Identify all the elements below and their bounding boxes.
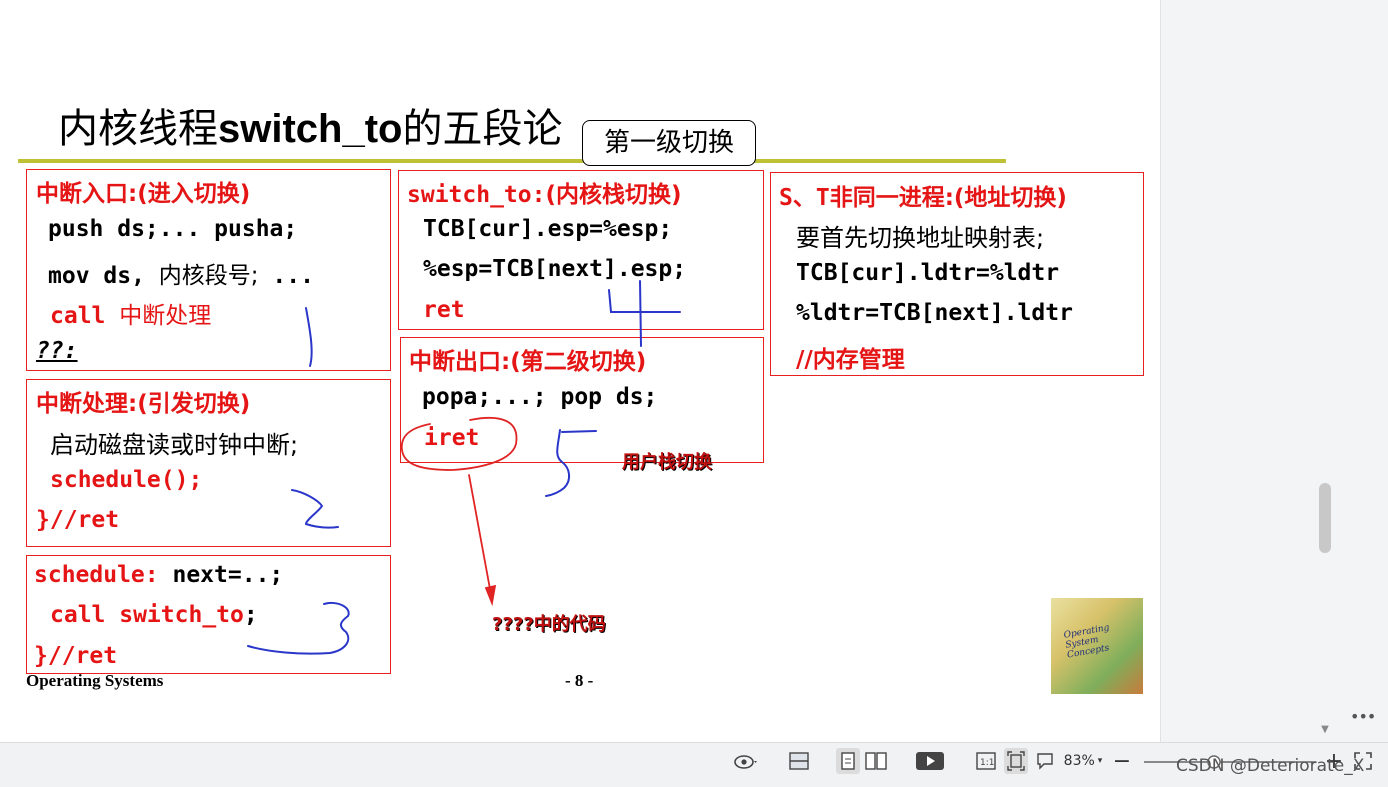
right-side-panel [1160,0,1388,742]
box2-heading: 中断处理:(引发切换) [36,391,251,417]
box1-line2-tail: ... [272,263,314,289]
fit-width-icon[interactable] [786,748,812,774]
box6-line2: TCB[cur].ldtr=%ldtr [796,260,1060,286]
box4-line2: %esp=TCB[next].esp; [423,256,687,282]
box1-line2-code: mov ds, [48,263,145,289]
box4-line1: TCB[cur].esp=%esp; [423,216,673,242]
box5-line1: popa;...; pop ds; [422,384,658,410]
slide-canvas: 内核线程switch_to的五段论 中断入口:(进入切换) push ds;..… [0,0,1160,742]
book-cover-image: Operating System Concepts [1051,598,1143,694]
box1-line3-cn: 中断处理 [119,303,212,329]
actual-size-icon[interactable]: 1:1 [974,748,998,774]
box4-line3: ret [423,297,465,323]
box1-heading: 中断入口:(进入切换) [36,181,251,207]
note-user-stack-switch: 用户栈切换 [622,452,712,473]
note-code: ????中的代码 [492,614,606,635]
footer-page-number: - 8 - [565,671,594,690]
box4-heading: switch_to:(内核栈切换) [407,175,682,209]
vertical-scrollbar[interactable] [1318,0,1334,742]
box3-line1-code: schedule: [34,562,159,588]
box1-line4: ??: [36,338,78,364]
title-cn-after: 的五段论 [402,106,563,152]
box1-line3: call 中断处理 [50,296,211,330]
book-cover-title: Operating System Concepts [1062,622,1111,661]
box3-line1: schedule: next=..; [34,562,283,588]
csdn-watermark: CSDN @Deteriorate_X [1176,756,1365,776]
eye-icon[interactable] [730,748,762,774]
callout-first-level-switch: 第一级切换 [582,120,756,166]
box3-line2-tail: ; [243,602,258,628]
box4-heading-cn: (内核栈切换) [545,182,682,208]
zoom-dropdown-icon: ▾ [1097,756,1103,766]
box4-heading-code: switch_to: [407,182,546,208]
zoom-value: 83% [1063,753,1095,769]
box6-line3: %ldtr=TCB[next].ldtr [796,300,1073,326]
box1-line2: mov ds, 内核段号; ... [48,256,314,290]
box6-heading-code: S、T [779,185,830,211]
box2-line2: schedule(); [50,467,203,493]
comment-icon[interactable] [1034,748,1056,774]
footer-course-name: Operating Systems [26,671,164,690]
box3-line2-code: call switch_to [50,602,244,628]
scroll-down-arrow-icon[interactable]: ▼ [1319,722,1331,738]
box5-line2: iret [424,425,480,451]
box2-line3: }//ret [36,507,120,533]
title-code: switch_to [218,107,403,151]
box6-line1: 要首先切换地址映射表; [796,224,1045,252]
two-page-icon[interactable] [864,748,888,774]
box5-heading: 中断出口:(第二级切换) [409,349,647,375]
title-underline [18,159,1006,163]
scrollbar-thumb[interactable] [1319,483,1331,553]
box3-line2: call switch_to; [50,602,258,628]
box2-line1: 启动磁盘读或时钟中断; [50,431,299,459]
box6-heading: S、T非同一进程:(地址切换) [779,178,1067,212]
box1-line3-code: call [50,303,106,329]
box6-heading-cn: 非同一进程:(地址切换) [829,185,1067,211]
single-page-icon[interactable] [836,748,860,774]
play-icon[interactable] [914,748,946,774]
box3-line1-tail: next=..; [172,562,284,588]
more-icon[interactable]: ••• [1350,708,1376,726]
box1-line1: push ds;... pusha; [48,216,298,242]
box3-line3: }//ret [34,643,118,669]
title-cn-before: 内核线程 [58,106,218,152]
zoom-out-icon[interactable]: − [1112,748,1132,774]
box1-line2-cn: 内核段号; [158,263,259,289]
box6-line4: //内存管理 [796,347,905,373]
svg-text:1:1: 1:1 [980,758,994,768]
fit-page-icon[interactable] [1004,748,1028,774]
slide-title: 内核线程switch_to的五段论 [58,96,562,154]
zoom-level[interactable]: 83% ▾ [1058,748,1108,774]
